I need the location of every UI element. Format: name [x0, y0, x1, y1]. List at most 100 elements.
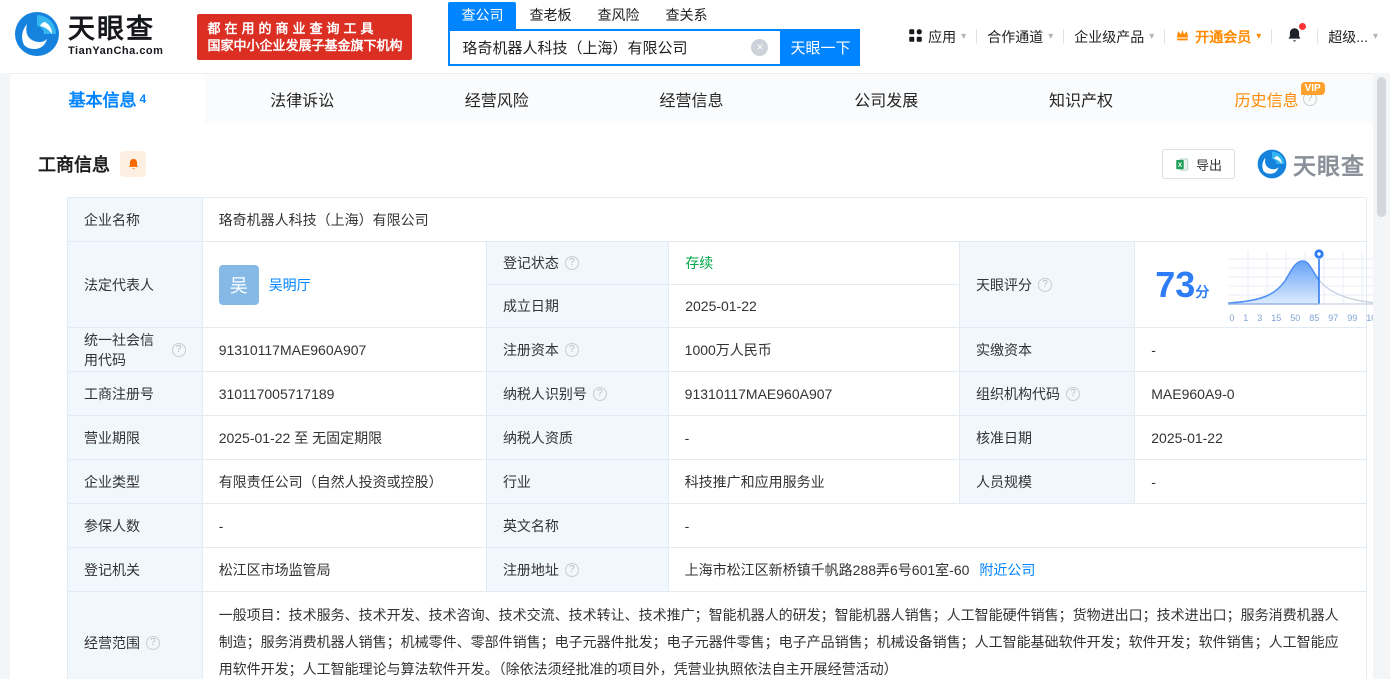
tab-legal-proceedings[interactable]: 法律诉讼: [205, 74, 400, 123]
nav-coop-label: 合作通道: [987, 28, 1044, 45]
reg-status-value: 存续: [668, 242, 959, 284]
field-label: 纳税人资质: [485, 416, 668, 459]
divider: [1271, 29, 1273, 44]
table-row: 企业名称 珞奇机器人科技（上海）有限公司: [68, 198, 1366, 241]
nearby-companies-link[interactable]: 附近公司: [979, 560, 1035, 580]
logo-text: 天眼查 TianYanCha.com: [68, 16, 163, 57]
field-label: 统一社会信用代码 ?: [68, 328, 202, 371]
company-type-value: 有限责任公司（自然人投资或控股）: [201, 460, 486, 503]
help-icon[interactable]: ?: [564, 562, 579, 577]
search-box: × 天眼一下: [448, 29, 861, 66]
company-name-value: 珞奇机器人科技（上海）有限公司: [201, 198, 1366, 241]
help-icon[interactable]: ?: [1066, 386, 1081, 401]
help-icon[interactable]: ?: [564, 256, 579, 270]
english-name-value: -: [667, 504, 1366, 547]
help-icon[interactable]: ?: [171, 342, 186, 357]
nav-account[interactable]: 超级... ▾: [1328, 27, 1378, 47]
help-icon[interactable]: ?: [592, 386, 607, 401]
field-label: 注册资本 ?: [485, 328, 668, 371]
field-label: 企业类型: [68, 460, 202, 503]
tianyancha-swirl-icon: [14, 11, 60, 62]
field-label-text: 注册地址: [502, 561, 559, 578]
field-label: 经营范围 ?: [68, 592, 202, 679]
watermark-brand: 天眼查: [1293, 153, 1365, 179]
score-distribution-chart: 0131550859799100: [1223, 247, 1383, 323]
biz-term-value: 2025-01-22 至 无固定期限: [201, 416, 486, 459]
notifications-bell[interactable]: [1286, 23, 1307, 47]
taxpayer-quality-value: -: [667, 416, 959, 459]
field-label: 核准日期: [959, 416, 1135, 459]
search-tab-company[interactable]: 查公司: [448, 2, 517, 29]
help-icon[interactable]: ?: [1038, 277, 1053, 292]
field-label-text: 登记状态: [502, 255, 559, 271]
monitor-bell-button[interactable]: [120, 151, 146, 177]
search-tab-boss[interactable]: 查老板: [516, 2, 584, 29]
help-icon[interactable]: ?: [146, 635, 160, 650]
field-label-text: 经营范围: [84, 634, 140, 651]
table-row: 工商注册号 310117005717189 纳税人识别号 ? 91310117M…: [68, 371, 1366, 415]
scrollbar-thumb[interactable]: [1377, 77, 1386, 217]
left-gutter: [0, 73, 10, 679]
staff-size-value: -: [1134, 460, 1366, 503]
credit-code-value: 91310117MAE960A907: [201, 328, 486, 371]
nav-vip-label: 开通会员: [1195, 28, 1252, 45]
status-date-subtable: 登记状态 ? 存续 成立日期 2025-01-22: [485, 242, 960, 327]
nav-enterprise-label: 企业级产品: [1074, 28, 1145, 45]
biz-scope-value: 一般项目：技术服务、技术开发、技术咨询、技术交流、技术转让、技术推广；智能机器人…: [201, 592, 1366, 679]
search-tab-relation[interactable]: 查关系: [652, 2, 720, 29]
export-button[interactable]: X 导出: [1161, 149, 1235, 179]
approval-date-value: 2025-01-22: [1134, 416, 1366, 459]
nav-apps-label: 应用: [928, 28, 957, 45]
search-button[interactable]: 天眼一下: [780, 29, 861, 66]
tab-label: 法律诉讼: [270, 92, 335, 110]
field-label: 法定代表人: [68, 242, 202, 327]
legal-rep-link[interactable]: 吴明厅: [269, 275, 311, 295]
watermark-logo: 天眼查: [1257, 147, 1365, 181]
chevron-down-icon: ▾: [1372, 31, 1378, 42]
avatar[interactable]: 吴: [218, 264, 259, 305]
reg-capital-value: 1000万人民币: [667, 328, 959, 371]
score-axis-ticks: 0131550859799100: [1229, 312, 1381, 323]
tab-label: 历史信息: [1234, 92, 1299, 110]
field-label-text: 组织机构代码: [976, 385, 1061, 402]
table-row: 企业类型 有限责任公司（自然人投资或控股） 行业 科技推广和应用服务业 人员规模…: [68, 459, 1366, 503]
tab-company-development[interactable]: 公司发展: [789, 74, 984, 123]
site-logo[interactable]: 天眼查 TianYanCha.com: [14, 11, 163, 62]
chevron-down-icon: ▾: [961, 31, 967, 42]
reg-authority-value: 松江区市场监管局: [201, 548, 486, 591]
field-label: 企业名称: [68, 198, 202, 241]
field-label: 人员规模: [959, 460, 1135, 503]
page-body: 基本信息 4 法律诉讼 经营风险 经营信息 公司发展 知识产权 VIP 历史信息…: [0, 73, 1390, 679]
paid-capital-value: -: [1134, 328, 1366, 371]
section-title: 工商信息: [38, 155, 110, 175]
chevron-down-icon: ▾: [1048, 31, 1054, 42]
taxpayer-id-value: 91310117MAE960A907: [667, 372, 959, 415]
top-navigation: 应用 ▾ 合作通道 ▾ 企业级产品 ▾ 开通会员 ▾ 超级... ▾: [908, 23, 1378, 47]
search-tab-risk[interactable]: 查风险: [584, 2, 652, 29]
section-header-right: X 导出 天眼查: [1161, 147, 1365, 181]
table-row: 参保人数 - 英文名称 -: [68, 503, 1366, 547]
tab-label: 经营信息: [659, 92, 724, 110]
tab-basic-info[interactable]: 基本信息 4: [10, 74, 205, 123]
score-value: 73: [1155, 263, 1196, 305]
page: 天眼查 TianYanCha.com 都在用的商业查询工具 国家中小企业发展子基…: [0, 0, 1390, 679]
divider: [1063, 29, 1065, 44]
nav-open-vip[interactable]: 开通会员 ▾: [1175, 27, 1261, 47]
chevron-down-icon: ▾: [1256, 31, 1262, 42]
brand-name: 天眼查: [68, 14, 155, 44]
tab-business-info[interactable]: 经营信息: [594, 74, 789, 123]
tab-history-info[interactable]: VIP 历史信息 ?: [1178, 74, 1373, 123]
reg-address-value: 上海市松江区新桥镇千帆路288弄6号601室-60: [684, 561, 970, 578]
nav-coop[interactable]: 合作通道 ▾: [987, 27, 1053, 47]
slogan-banner: 都在用的商业查询工具 国家中小企业发展子基金旗下机构: [197, 13, 413, 60]
tab-intellectual-property[interactable]: 知识产权: [984, 74, 1179, 123]
tab-operating-risk[interactable]: 经营风险: [399, 74, 594, 123]
help-icon[interactable]: ?: [564, 342, 579, 357]
nav-enterprise[interactable]: 企业级产品 ▾: [1074, 27, 1154, 47]
nav-apps[interactable]: 应用 ▾: [908, 27, 966, 47]
table-row: 经营范围 ? 一般项目：技术服务、技术开发、技术咨询、技术交流、技术转让、技术推…: [68, 591, 1366, 679]
field-label: 纳税人识别号 ?: [485, 372, 668, 415]
est-date-value: 2025-01-22: [668, 285, 959, 327]
search-input[interactable]: [448, 29, 781, 66]
org-code-value: MAE960A9-0: [1134, 372, 1366, 415]
